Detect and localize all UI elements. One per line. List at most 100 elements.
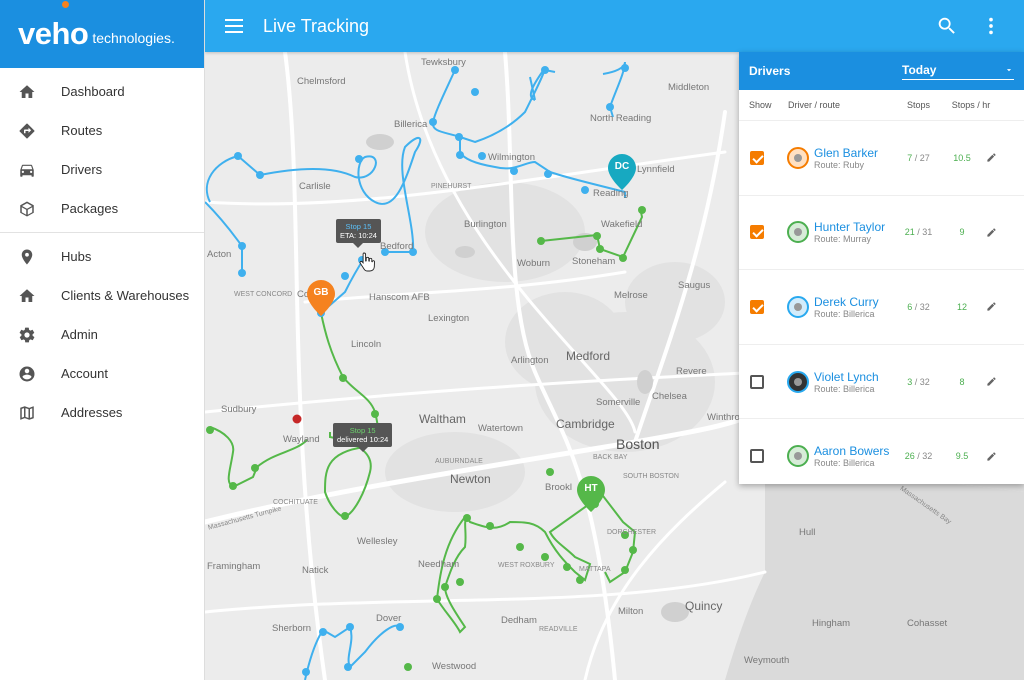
place-label: Lynnfield: [637, 164, 675, 175]
place-label: Woburn: [517, 258, 551, 269]
driver-name-link[interactable]: Violet Lynch: [814, 370, 895, 384]
page-title: Live Tracking: [263, 15, 370, 36]
place-label: Lexington: [428, 313, 470, 324]
place-label: Hingham: [812, 618, 851, 629]
edit-button[interactable]: [982, 225, 1000, 239]
sidebar-item-routes[interactable]: Routes: [0, 111, 204, 150]
location-pin-icon: [21, 249, 33, 264]
driver-route: Route: Murray: [814, 234, 872, 245]
sidebar-item-label: Hubs: [61, 249, 92, 264]
ocean: [725, 464, 1024, 680]
place-label: Cambridge: [556, 417, 615, 431]
driver-row: Violet Lynch Route: Billerica 3 / 32 8: [739, 343, 1024, 419]
table-header: Show Driver / route Stops Stops / hr: [739, 90, 1024, 120]
logo[interactable]: veho technologies.: [0, 0, 204, 68]
gear-icon: [19, 327, 35, 342]
driver-name-link[interactable]: Hunter Taylor: [814, 220, 895, 234]
tooltip-title: Stop 15: [345, 222, 372, 231]
place-label: Bedford: [380, 241, 414, 252]
search-button[interactable]: [936, 15, 958, 37]
edit-button[interactable]: [982, 300, 1000, 314]
place-label: WEST CONCORD: [234, 291, 293, 298]
place-label: Needham: [418, 559, 460, 570]
driver-name-link[interactable]: Aaron Bowers: [814, 444, 895, 458]
stops-total: / 31: [914, 227, 933, 238]
sidebar-item-dashboard[interactable]: Dashboard: [0, 72, 204, 111]
place-label: Westwood: [432, 661, 477, 672]
driver-pin-gb[interactable]: GB: [307, 280, 335, 316]
driver-name-link[interactable]: Derek Curry: [814, 295, 895, 309]
avatar: [787, 221, 809, 244]
driver-row: Glen Barker Route: Ruby 7 / 27 10.5: [739, 120, 1024, 195]
place-label: Wakefield: [601, 219, 643, 230]
place-label: Somerville: [596, 397, 641, 408]
place-label: AUBURNDALE: [435, 458, 483, 465]
sidebar: veho technologies. Dashboard Routes Driv…: [0, 0, 205, 680]
show-checkbox[interactable]: [750, 299, 764, 314]
stops-per-hour: 12: [956, 301, 967, 312]
place-label: BACK BAY: [593, 454, 628, 461]
column-header-show: Show: [749, 100, 772, 110]
driver-route: Route: Billerica: [814, 308, 875, 319]
sidebar-item-hubs[interactable]: Hubs: [0, 237, 204, 276]
place-label: Hanscom AFB: [369, 292, 430, 303]
show-checkbox[interactable]: [750, 374, 764, 389]
tooltip-title: Stop 15: [349, 426, 376, 435]
driver-row: Hunter Taylor Route: Murray 21 / 31 9: [739, 194, 1024, 270]
sidebar-item-label: Dashboard: [61, 84, 125, 99]
tooltip-eta: ETA: 10:24: [340, 231, 377, 240]
car-icon: [20, 164, 34, 177]
sidebar-item-label: Packages: [61, 201, 119, 216]
place-label: North Reading: [590, 113, 652, 124]
stops-done: 21: [904, 227, 915, 238]
search-icon: [938, 17, 955, 34]
sidebar-item-clients-warehouses[interactable]: Clients & Warehouses: [0, 276, 204, 315]
edit-button[interactable]: [982, 151, 1000, 165]
sidebar-item-packages[interactable]: Packages: [0, 189, 204, 228]
stops-per-hour: 9: [959, 227, 965, 238]
place-label: Quincy: [685, 599, 723, 613]
place-label: PINEHURST: [431, 183, 472, 190]
sidebar-item-account[interactable]: Account: [0, 354, 204, 393]
stops-count: 6 / 32: [895, 302, 942, 312]
place-label: Arlington: [511, 355, 549, 366]
more-vert-icon: [989, 17, 993, 35]
pencil-icon: [986, 377, 996, 386]
show-checkbox[interactable]: [750, 150, 764, 165]
driver-route: Route: Billerica: [814, 458, 875, 469]
column-header-rate: Stops / hr: [951, 100, 991, 110]
pin-label: HT: [584, 483, 598, 494]
show-checkbox[interactable]: [750, 449, 764, 464]
directions-icon: [19, 123, 35, 138]
topbar: Live Tracking: [205, 0, 1024, 52]
current-stop-marker: [292, 414, 302, 424]
home-icon: [19, 84, 35, 98]
drivers-panel: Drivers Today Show Driver / route Stops …: [739, 52, 1024, 484]
nav-group-main: Dashboard Routes Drivers Packages: [0, 68, 204, 232]
edit-button[interactable]: [982, 449, 1000, 463]
driver-pin-ht[interactable]: HT: [577, 476, 605, 512]
sidebar-item-label: Clients & Warehouses: [61, 288, 190, 303]
sidebar-item-drivers[interactable]: Drivers: [0, 150, 204, 189]
stops-total: / 32: [912, 301, 930, 312]
package-icon: [20, 201, 34, 216]
sidebar-item-admin[interactable]: Admin: [0, 315, 204, 354]
place-label: Chelsea: [652, 391, 687, 402]
driver-pin-dc[interactable]: DC: [608, 154, 636, 190]
account-icon: [19, 366, 35, 381]
show-checkbox[interactable]: [750, 225, 764, 240]
avatar: [787, 295, 809, 318]
more-options-button[interactable]: [980, 15, 1002, 37]
menu-icon[interactable]: [225, 19, 243, 33]
avatar: [787, 370, 809, 393]
edit-button[interactable]: [982, 375, 1000, 389]
date-range-select[interactable]: Today: [902, 63, 1014, 80]
tooltip-delivered: delivered 10:24: [337, 435, 389, 444]
column-header-driver: Driver / route: [788, 100, 841, 110]
place-label: DORCHESTER: [607, 529, 657, 536]
sidebar-item-addresses[interactable]: Addresses: [0, 393, 204, 432]
pencil-icon: [986, 228, 996, 237]
hand-cursor-icon: [359, 252, 375, 272]
driver-name-link[interactable]: Glen Barker: [814, 146, 895, 160]
stops-count: 26 / 32: [895, 451, 942, 461]
